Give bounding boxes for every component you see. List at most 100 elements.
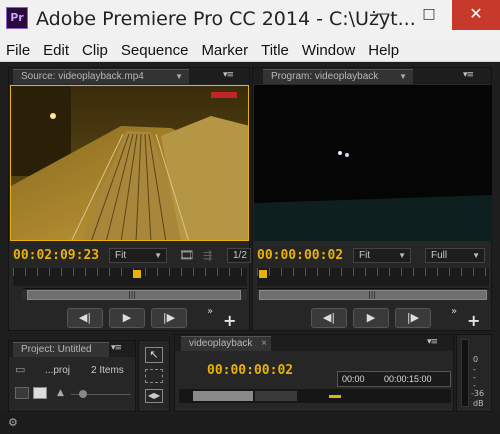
timeline-time-ruler[interactable]: 00:00 00:00:15:00 <box>337 371 451 387</box>
panel-menu-icon[interactable]: ▾≡ <box>111 343 122 353</box>
ruler-start-label: 00:00 <box>342 374 365 384</box>
source-video-frame[interactable] <box>10 85 249 241</box>
source-video-image <box>11 86 248 240</box>
selection-tool-icon[interactable]: ↖ <box>145 347 163 363</box>
timeline-tab-label: videoplayback <box>189 338 253 349</box>
meter-label-36: -36 <box>471 389 485 398</box>
program-playhead[interactable] <box>259 270 268 278</box>
minimize-button[interactable]: — <box>360 0 406 30</box>
source-page-label: 1/2 <box>233 250 247 261</box>
menu-help[interactable]: Help <box>368 42 399 59</box>
program-zoom-scrollbar[interactable]: ||| <box>257 288 489 300</box>
source-step-forward-button[interactable]: |▶ <box>151 308 187 328</box>
more-controls-icon[interactable]: » <box>207 306 213 317</box>
timeline-timecode[interactable]: 00:00:00:02 <box>207 363 293 378</box>
program-monitor-panel: Program: videoplayback ▼ ▾≡ 00:00:00:02 … <box>252 67 492 331</box>
menu-window[interactable]: Window <box>302 42 355 59</box>
chevron-down-icon: ▼ <box>154 251 162 260</box>
thumbnail-slider-handle[interactable] <box>79 390 87 398</box>
source-fit-label: Fit <box>115 250 127 261</box>
program-quality-label: Full <box>431 250 448 261</box>
project-file-name: ...proj <box>45 365 71 376</box>
grip-icon: ||| <box>368 290 377 299</box>
status-bar: ⚙ <box>0 414 500 434</box>
tab-source[interactable]: Source: videoplayback.mp4 ▼ <box>13 69 189 84</box>
program-step-forward-button[interactable]: |▶ <box>395 308 431 328</box>
list-view-icon[interactable] <box>15 387 29 399</box>
close-icon[interactable]: × <box>261 337 267 350</box>
timeline-track-area[interactable] <box>179 389 451 403</box>
menu-bar: File Edit Clip Sequence Marker Title Win… <box>0 38 500 62</box>
program-add-button[interactable]: + <box>467 311 480 330</box>
source-scroll-thumb[interactable]: ||| <box>27 290 241 300</box>
chevron-down-icon[interactable]: ▼ <box>399 70 407 83</box>
source-fit-dropdown[interactable]: Fit ▼ <box>109 248 167 263</box>
chevron-down-icon: ▼ <box>398 251 406 260</box>
program-scroll-thumb[interactable]: ||| <box>259 290 487 300</box>
meter-label-0: 0 <box>473 355 479 364</box>
source-play-button[interactable]: ▶ <box>109 308 145 328</box>
source-monitor-panel: Source: videoplayback.mp4 ▼ ▾≡ 00:02:09:… <box>8 67 251 331</box>
icon-view-icon[interactable] <box>33 387 47 399</box>
program-timecode[interactable]: 00:00:00:02 <box>257 248 343 263</box>
program-ruler-ticks <box>257 268 489 276</box>
program-play-button[interactable]: ▶ <box>353 308 389 328</box>
track-toggle-group[interactable] <box>255 391 297 401</box>
timeline-playhead-marker[interactable] <box>329 395 341 398</box>
film-strip-icon[interactable]: 🎞 <box>179 248 194 262</box>
source-time-ruler[interactable] <box>13 268 247 286</box>
source-playhead[interactable] <box>132 270 141 278</box>
menu-title[interactable]: Title <box>261 42 289 59</box>
chevron-down-icon[interactable]: ▼ <box>175 70 183 83</box>
program-step-back-button[interactable]: ◀| <box>311 308 347 328</box>
folder-icon: ▭ <box>15 363 26 376</box>
source-step-back-button[interactable]: ◀| <box>67 308 103 328</box>
tab-timeline[interactable]: videoplayback × <box>181 336 271 351</box>
more-controls-icon[interactable]: » <box>451 306 457 317</box>
panel-menu-icon[interactable]: ▾≡ <box>223 70 234 80</box>
title-bar: Pr Adobe Premiere Pro CC 2014 - C:\Użyt.… <box>0 0 500 38</box>
tools-panel: ↖ ◀▶ <box>138 340 170 412</box>
source-tab-label: Source: videoplayback.mp4 <box>21 71 144 82</box>
zoom-out-icon[interactable]: ▲ <box>57 388 64 398</box>
premiere-window: Pr Adobe Premiere Pro CC 2014 - C:\Użyt.… <box>0 0 500 434</box>
menu-edit[interactable]: Edit <box>43 42 69 59</box>
menu-clip[interactable]: Clip <box>82 42 108 59</box>
project-panel: Project: Untitled ▾≡ ▭ ...proj 2 Items ▲ <box>8 340 136 412</box>
program-fit-label: Fit <box>359 250 371 261</box>
menu-sequence[interactable]: Sequence <box>121 42 189 59</box>
source-timecode[interactable]: 00:02:09:23 <box>13 248 99 263</box>
chevron-down-icon: ▼ <box>472 251 480 260</box>
program-fit-dropdown[interactable]: Fit ▼ <box>353 248 411 263</box>
menu-marker[interactable]: Marker <box>201 42 248 59</box>
program-tabbar: Program: videoplayback ▼ ▾≡ <box>253 68 491 84</box>
export-frame-icon[interactable]: ⇶ <box>203 249 212 262</box>
tab-program[interactable]: Program: videoplayback ▼ <box>263 69 413 84</box>
tab-project[interactable]: Project: Untitled <box>13 342 109 357</box>
grip-icon: ||| <box>128 290 137 299</box>
program-video-image <box>254 85 492 241</box>
close-button[interactable]: ✕ <box>452 0 500 30</box>
track-control-strip[interactable] <box>193 391 253 401</box>
source-zoom-scrollbar[interactable]: ||| <box>23 288 247 300</box>
source-resolution-dropdown[interactable]: 1/2 <box>227 248 251 263</box>
source-add-button[interactable]: + <box>223 311 236 330</box>
panel-menu-icon[interactable]: ▾≡ <box>427 337 438 347</box>
audio-meter-bar <box>461 339 469 407</box>
source-ruler-ticks <box>13 268 247 276</box>
program-quality-dropdown[interactable]: Full ▼ <box>425 248 485 263</box>
menu-file[interactable]: File <box>6 42 30 59</box>
window-title: Adobe Premiere Pro CC 2014 - C:\Użyt... <box>36 8 416 30</box>
program-time-ruler[interactable] <box>257 268 489 286</box>
timeline-panel: videoplayback × ▾≡ 00:00:00:02 00:00 00:… <box>174 334 454 412</box>
project-item-count: 2 Items <box>91 365 124 376</box>
project-tabbar: Project: Untitled ▾≡ <box>9 341 135 357</box>
track-select-tool-icon[interactable] <box>145 369 163 383</box>
panel-menu-icon[interactable]: ▾≡ <box>463 70 474 80</box>
maximize-button[interactable]: □ <box>406 0 452 30</box>
gear-icon[interactable]: ⚙ <box>8 416 18 429</box>
ripple-edit-tool-icon[interactable]: ◀▶ <box>145 389 163 403</box>
timeline-tabbar: videoplayback × ▾≡ <box>175 335 453 351</box>
program-video-frame[interactable] <box>254 85 492 241</box>
premiere-app-icon: Pr <box>6 7 28 29</box>
